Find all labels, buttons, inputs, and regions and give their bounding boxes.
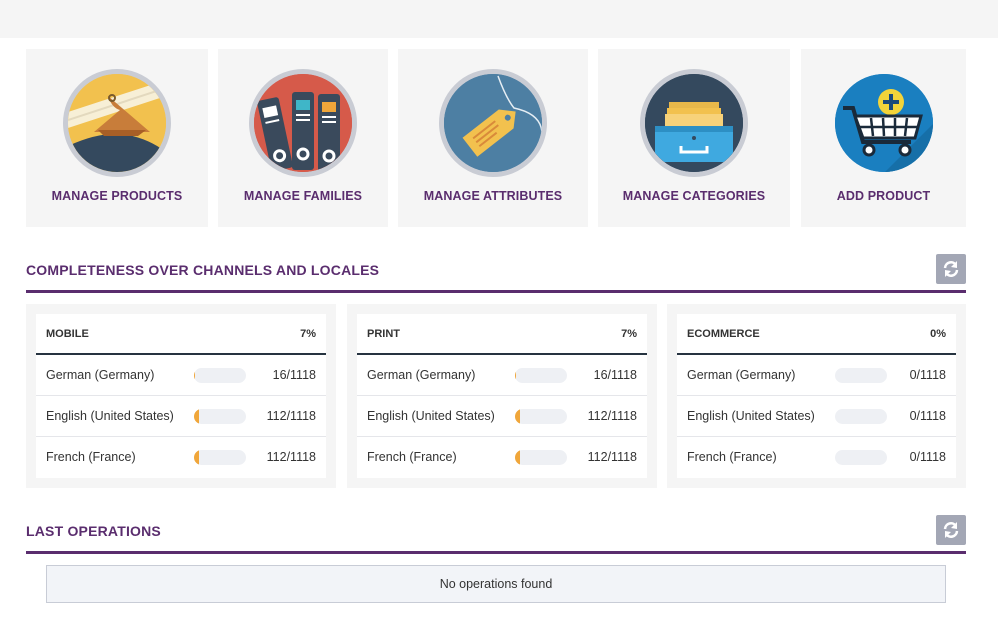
progress-bar	[194, 409, 246, 424]
progress-bar	[835, 409, 887, 424]
cart-add-icon	[829, 69, 938, 177]
add-product-tile[interactable]: ADD PRODUCT	[801, 49, 966, 227]
locale-row: French (France) 112/1118	[357, 437, 647, 478]
locale-row: German (Germany) 16/1118	[36, 355, 326, 396]
progress-bar	[835, 368, 887, 383]
manage-attributes-tile[interactable]: MANAGE ATTRIBUTES	[398, 49, 588, 227]
locale-row: English (United States) 112/1118	[36, 396, 326, 437]
tag-icon	[439, 69, 547, 177]
locale-name: German (Germany)	[367, 368, 476, 382]
channel-card-mobile: MOBILE 7% German (Germany) 16/1118 Engli…	[26, 304, 336, 488]
locale-ratio: 112/1118	[266, 450, 316, 464]
locale-ratio: 112/1118	[266, 409, 316, 423]
refresh-icon	[943, 522, 959, 538]
last-operations-title: LAST OPERATIONS	[26, 523, 161, 539]
no-operations-message: No operations found	[46, 565, 946, 603]
locale-ratio: 0/1118	[909, 368, 946, 382]
completeness-refresh-button[interactable]	[936, 254, 966, 284]
progress-bar	[515, 450, 567, 465]
top-bar	[0, 0, 998, 38]
channel-name: ECOMMERCE	[687, 328, 760, 340]
progress-bar	[515, 368, 567, 383]
channel-percent: 7%	[300, 328, 316, 340]
channel-header: PRINT 7%	[357, 314, 647, 355]
manage-families-label: MANAGE FAMILIES	[243, 189, 363, 203]
locale-ratio: 0/1118	[909, 450, 946, 464]
channel-name: PRINT	[367, 328, 400, 340]
manage-products-label: MANAGE PRODUCTS	[51, 189, 183, 203]
locale-name: French (France)	[367, 450, 457, 464]
locale-row: English (United States) 0/1118	[677, 396, 956, 437]
binders-icon	[249, 69, 357, 177]
locale-ratio: 112/1118	[587, 409, 637, 423]
drawer-icon	[640, 69, 748, 177]
channel-header: MOBILE 7%	[36, 314, 326, 355]
completeness-title: COMPLETENESS OVER CHANNELS AND LOCALES	[26, 262, 380, 278]
progress-bar	[515, 409, 567, 424]
channel-name: MOBILE	[46, 328, 89, 340]
progress-bar	[194, 450, 246, 465]
channel-card-ecommerce: ECOMMERCE 0% German (Germany) 0/1118 Eng…	[667, 304, 966, 488]
manage-products-tile[interactable]: MANAGE PRODUCTS	[26, 49, 208, 227]
locale-row: French (France) 0/1118	[677, 437, 956, 478]
progress-bar	[835, 450, 887, 465]
locale-name: English (United States)	[46, 409, 174, 423]
add-product-label: ADD PRODUCT	[836, 189, 931, 203]
locale-row: French (France) 112/1118	[36, 437, 326, 478]
locale-ratio: 0/1118	[909, 409, 946, 423]
locale-row: English (United States) 112/1118	[357, 396, 647, 437]
completeness-divider	[26, 290, 966, 293]
manage-families-tile[interactable]: MANAGE FAMILIES	[218, 49, 388, 227]
progress-bar	[194, 368, 246, 383]
hanger-icon	[63, 69, 171, 177]
locale-name: French (France)	[46, 450, 136, 464]
refresh-icon	[943, 261, 959, 277]
locale-name: French (France)	[687, 450, 777, 464]
locale-name: English (United States)	[367, 409, 495, 423]
channel-percent: 7%	[621, 328, 637, 340]
channel-card-print: PRINT 7% German (Germany) 16/1118 Englis…	[347, 304, 657, 488]
manage-categories-label: MANAGE CATEGORIES	[622, 189, 766, 203]
locale-ratio: 16/1118	[272, 368, 316, 382]
locale-name: German (Germany)	[687, 368, 796, 382]
locale-name: German (Germany)	[46, 368, 155, 382]
locale-name: English (United States)	[687, 409, 815, 423]
locale-ratio: 112/1118	[587, 450, 637, 464]
locale-row: German (Germany) 16/1118	[357, 355, 647, 396]
manage-categories-tile[interactable]: MANAGE CATEGORIES	[598, 49, 790, 227]
locale-row: German (Germany) 0/1118	[677, 355, 956, 396]
channel-percent: 0%	[930, 328, 946, 340]
operations-divider	[26, 551, 966, 554]
locale-ratio: 16/1118	[593, 368, 637, 382]
operations-refresh-button[interactable]	[936, 515, 966, 545]
channel-header: ECOMMERCE 0%	[677, 314, 956, 355]
manage-attributes-label: MANAGE ATTRIBUTES	[423, 189, 563, 203]
